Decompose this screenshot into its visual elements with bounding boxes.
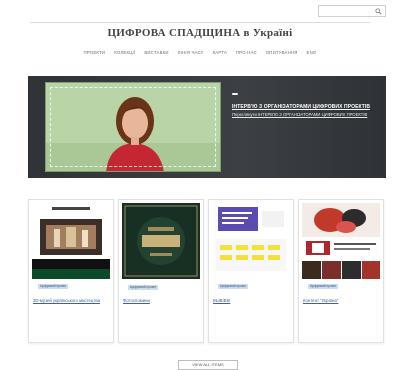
hero-subtitle-link[interactable]: Переглянути ІНТЕРВ'Ю З ОРГАНІЗАТОРАМИ ЦИ… [232, 112, 382, 117]
item-card-tags: Цифровий проект [213, 283, 293, 299]
view-all-items-button[interactable]: VIEW ALL ITEMS [178, 360, 238, 370]
search-input[interactable] [321, 7, 373, 16]
item-card[interactable]: Цифровий проект Фотоспомини [118, 199, 204, 343]
nav-item-survey[interactable]: ОПИТУВАННЯ [266, 50, 298, 55]
hero-banner[interactable]: ІНТЕРВ'Ю З ОРГАНІЗАТОРАМИ ЦИФРОВИХ ПРОЕК… [28, 76, 386, 178]
card-image-poster-illustration [122, 203, 200, 279]
title-divider [30, 22, 370, 23]
item-card-tags: Цифровий проект [303, 283, 383, 299]
nav-item-about[interactable]: ПРО НАС [236, 50, 257, 55]
search-box[interactable] [318, 5, 386, 17]
hero-caption: ІНТЕРВ'Ю З ОРГАНІЗАТОРАМИ ЦИФРОВИХ ПРОЕК… [232, 82, 382, 117]
item-card[interactable]: Цифровий проект Контент "Україна" [298, 199, 384, 343]
tag[interactable]: Цифровий проект [128, 284, 159, 290]
item-card-tags: Цифровий проект [33, 283, 113, 299]
card-image-signs-illustration [212, 203, 290, 279]
item-card-title[interactable]: ВЫВІВКІ [213, 298, 291, 303]
main-nav: ПРОЕКТИ КОЛЕКЦІЇ ВИСТАВКИ ЛІНІЯ ЧАСУ КАР… [0, 50, 400, 55]
nav-item-eng[interactable]: ENG [307, 50, 317, 55]
nav-item-collections[interactable]: КОЛЕКЦІЇ [114, 50, 135, 55]
search-icon[interactable] [375, 8, 382, 15]
nav-item-exhibitions[interactable]: ВИСТАВКИ [144, 50, 168, 55]
item-card[interactable]: Цифровий проект ВЫВІВКІ [208, 199, 294, 343]
hero-image-frame [50, 87, 216, 167]
item-card-tags: Цифровий проект [123, 283, 203, 291]
site-title[interactable]: ЦИФРОВА СПАДЩИНА в Україні [0, 27, 400, 39]
item-card-image[interactable] [32, 203, 110, 279]
nav-item-timeline[interactable]: ЛІНІЯ ЧАСУ [178, 50, 204, 55]
item-card-image[interactable] [212, 203, 290, 279]
item-card-title[interactable]: Контент "Україна" [303, 298, 381, 303]
item-card-title[interactable]: 3D-музей українського мистецтва [33, 298, 111, 303]
top-bar [0, 0, 400, 22]
item-card-image[interactable] [302, 203, 380, 279]
card-image-museum-illustration [32, 203, 110, 279]
item-card-image[interactable] [122, 203, 200, 279]
nav-item-map[interactable]: КАРТА [213, 50, 227, 55]
nav-item-projects[interactable]: ПРОЕКТИ [84, 50, 106, 55]
tag[interactable]: Цифровий проект [308, 284, 339, 290]
item-card-title[interactable]: Фотоспомини [123, 298, 201, 303]
card-image-ornament-illustration [302, 203, 380, 279]
hero-badge [232, 93, 238, 95]
tag[interactable]: Цифровий проект [38, 284, 69, 290]
hero-image[interactable] [45, 82, 221, 172]
hero-title-link[interactable]: ІНТЕРВ'Ю З ОРГАНІЗАТОРАМИ ЦИФРОВИХ ПРОЕК… [232, 104, 382, 110]
featured-items-grid: Цифровий проект 3D-музей українського ми… [28, 199, 386, 345]
item-card[interactable]: Цифровий проект 3D-музей українського ми… [28, 199, 114, 343]
tag[interactable]: Цифровий проект [218, 284, 249, 290]
